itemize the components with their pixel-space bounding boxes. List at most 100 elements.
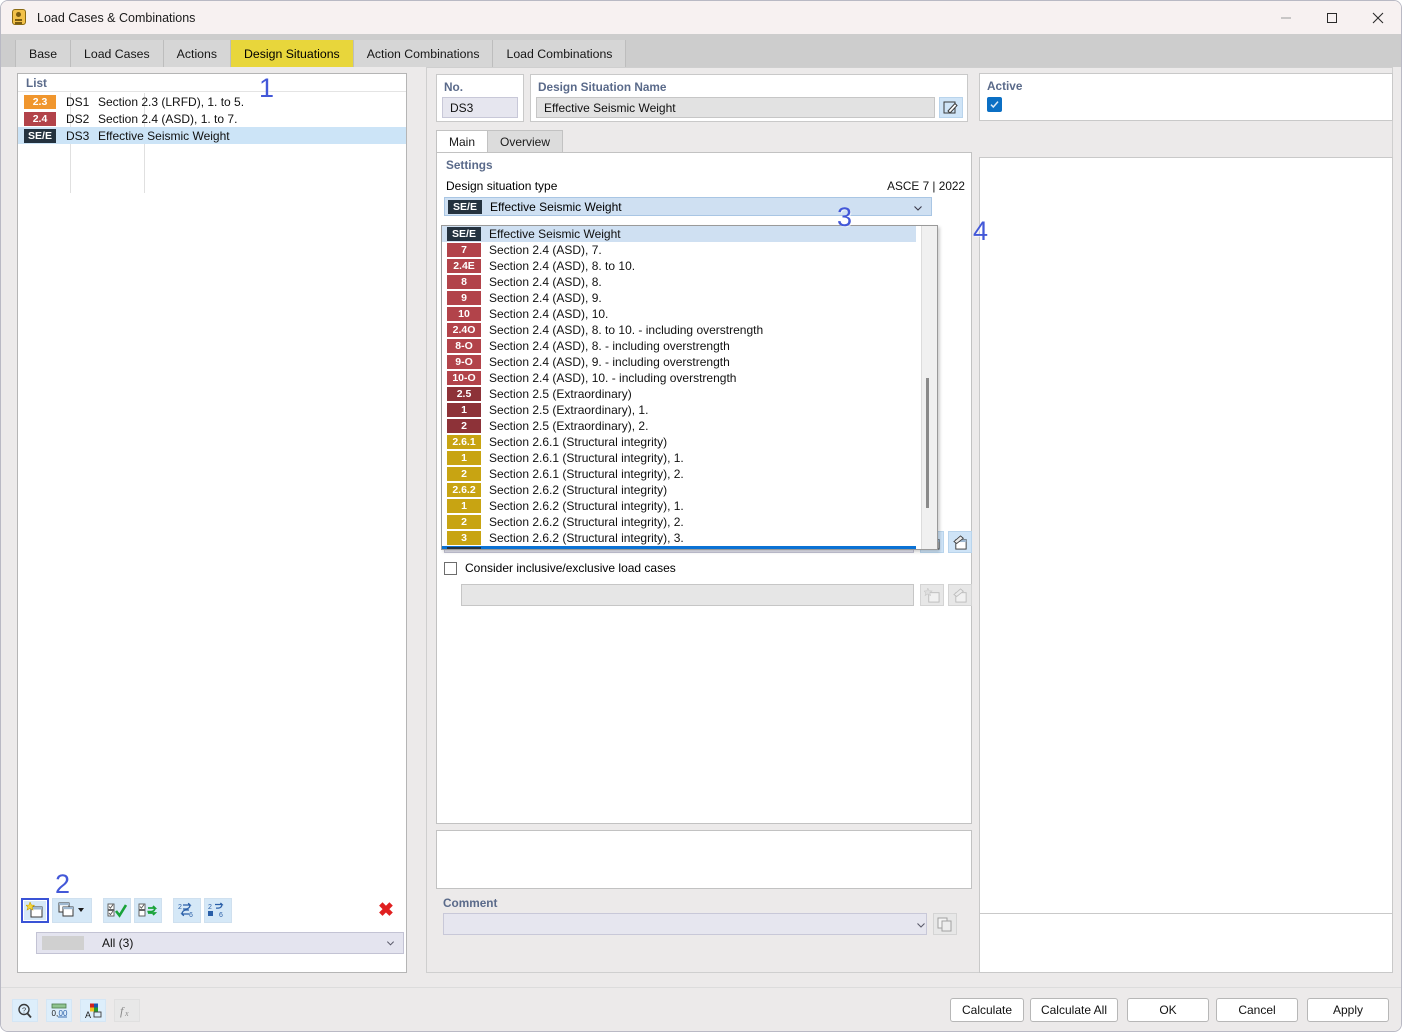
svg-text:2: 2	[178, 904, 182, 911]
comment-display-area	[436, 830, 972, 889]
chevron-down-icon[interactable]	[913, 203, 923, 213]
dropdown-item-label: Section 2.6.2 (Structural integrity), 3.	[489, 531, 684, 545]
display-properties-button[interactable]: A	[80, 999, 106, 1022]
new-design-situation-button[interactable]	[21, 897, 49, 923]
design-situation-name-input[interactable]: Effective Seismic Weight	[536, 97, 935, 118]
dropdown-item[interactable]: 1 Section 2.6.2 (Structural integrity), 1…	[442, 498, 916, 514]
dropdown-item[interactable]: 3 Section 2.6.2 (Structural integrity), 3…	[442, 530, 916, 546]
dropdown-item[interactable]: 2.4O Section 2.4 (ASD), 8. to 10. - inclu…	[442, 322, 916, 338]
main-tab-actions[interactable]: Actions	[163, 40, 231, 67]
maximize-icon[interactable]	[1309, 1, 1355, 34]
dropdown-item-label: Effective Seismic Weight	[489, 547, 621, 549]
dropdown-item-badge: 1	[447, 451, 481, 465]
code-standard-label: ASCE 7 | 2022	[887, 179, 965, 193]
renumber-button[interactable]: 2 6	[173, 897, 201, 923]
edit-item-icon-disabled	[948, 584, 972, 606]
dropdown-item[interactable]: 7 Section 2.4 (ASD), 7.	[442, 242, 916, 258]
dropdown-item[interactable]: 9 Section 2.4 (ASD), 9.	[442, 290, 916, 306]
list-filter-combo[interactable]: All (3)	[36, 932, 404, 954]
dropdown-item-badge: 1	[447, 403, 481, 417]
select-all-button[interactable]	[103, 897, 131, 923]
row-number: DS1	[66, 94, 90, 109]
consider-load-cases-checkbox[interactable]	[444, 561, 457, 575]
svg-text:6: 6	[219, 912, 223, 918]
calculate-all-button[interactable]: Calculate All	[1030, 998, 1118, 1022]
cancel-button[interactable]: Cancel	[1216, 998, 1298, 1022]
dialog-footer: ? 0, 00 A f x Calculate Calculate All OK…	[1, 987, 1401, 1031]
dropdown-item[interactable]: 2.6.2 Section 2.6.2 (Structural integrity…	[442, 482, 916, 498]
invert-selection-button[interactable]	[134, 897, 162, 923]
dropdown-item[interactable]: 10 Section 2.4 (ASD), 10.	[442, 306, 916, 322]
main-tab-design-situations[interactable]: Design Situations	[231, 40, 354, 67]
edit-pencil-icon[interactable]	[939, 97, 963, 118]
row-number: DS3	[66, 128, 90, 143]
copy-design-situation-button[interactable]	[52, 897, 92, 923]
dropdown-item[interactable]: 2 Section 2.5 (Extraordinary), 2.	[442, 418, 916, 434]
design-situations-list-panel: List 2.3 DS1 Section 2.3 (LRFD), 1. to 5. 2…	[17, 73, 407, 973]
design-situation-type-dropdown-list[interactable]: SE/E Effective Seismic Weight 7 Section 2.4…	[441, 225, 938, 550]
active-checkbox[interactable]	[987, 97, 1002, 112]
dropdown-item[interactable]: 2 Section 2.6.1 (Structural integrity), 2…	[442, 466, 916, 482]
dropdown-item-badge: 2.6.2	[447, 483, 481, 497]
main-tab-action-combinations[interactable]: Action Combinations	[353, 40, 494, 67]
consider-load-cases-row[interactable]: Consider inclusive/exclusive load cases	[444, 561, 676, 575]
dropdown-item-badge: 2.4E	[447, 259, 481, 273]
dropdown-item[interactable]: 8-O Section 2.4 (ASD), 8. - including ove…	[442, 338, 916, 354]
subtab-main[interactable]: Main	[436, 130, 489, 153]
new-item-star-icon-disabled	[920, 584, 944, 606]
subtab-label: Main	[449, 134, 476, 149]
design-situation-type-combo[interactable]: SE/E Effective Seismic Weight	[444, 197, 932, 216]
chevron-down-icon[interactable]	[386, 939, 395, 948]
table-row[interactable]: 2.4 DS2 Section 2.4 (ASD), 1. to 7.	[18, 110, 406, 127]
dropdown-item-label: Section 2.4 (ASD), 8. to 10. - including…	[489, 323, 764, 337]
design-situation-type-label: Design situation type	[446, 179, 558, 193]
dropdown-scrollbar[interactable]	[921, 226, 937, 549]
dropdown-item[interactable]: 2.4E Section 2.4 (ASD), 8. to 10.	[442, 258, 916, 274]
subtab-overview[interactable]: Overview	[487, 130, 564, 153]
ok-button[interactable]: OK	[1127, 998, 1209, 1022]
design-situation-rows: 2.3 DS1 Section 2.3 (LRFD), 1. to 5. 2.4 DS2…	[18, 93, 406, 144]
number-value[interactable]: DS3	[442, 97, 518, 118]
table-row[interactable]: 2.3 DS1 Section 2.3 (LRFD), 1. to 5.	[18, 93, 406, 110]
design-situation-name-group: Design Situation Name Effective Seismic …	[530, 74, 968, 122]
dropdown-item[interactable]: 9-O Section 2.4 (ASD), 9. - including ove…	[442, 354, 916, 370]
dropdown-item-badge: 10	[447, 307, 481, 321]
main-tab-base[interactable]: Base	[15, 40, 72, 67]
dropdown-item-label: Section 2.4 (ASD), 8. to 10.	[489, 259, 636, 273]
settings-title: Settings	[446, 158, 493, 172]
dropdown-item[interactable]: 2.5 Section 2.5 (Extraordinary)	[442, 386, 916, 402]
dropdown-item-badge: SE/E	[447, 227, 481, 241]
main-tab-load-cases[interactable]: Load Cases	[71, 40, 164, 67]
dropdown-item[interactable]: 1 Section 2.6.1 (Structural integrity), 1…	[442, 450, 916, 466]
help-button[interactable]: ?	[12, 999, 38, 1022]
dropdown-item[interactable]: 1 Section 2.5 (Extraordinary), 1.	[442, 402, 916, 418]
active-field-group: Active	[979, 73, 1393, 121]
minimize-icon[interactable]	[1263, 1, 1309, 34]
dropdown-item[interactable]: SE/E Effective Seismic Weight	[442, 546, 916, 549]
copy-icon[interactable]	[933, 913, 957, 935]
dropdown-item-badge: 1	[447, 499, 481, 513]
dropdown-item-label: Section 2.4 (ASD), 10.	[489, 307, 609, 321]
active-label: Active	[987, 79, 1023, 93]
dropdown-scroll-thumb[interactable]	[926, 378, 929, 508]
units-button[interactable]: 0, 00	[46, 999, 72, 1022]
dropdown-item[interactable]: 8 Section 2.4 (ASD), 8.	[442, 274, 916, 290]
dropdown-item-label: Section 2.4 (ASD), 9.	[489, 291, 602, 305]
comment-input[interactable]	[443, 913, 927, 935]
chevron-down-icon[interactable]	[916, 920, 926, 930]
dropdown-item[interactable]: 10-O Section 2.4 (ASD), 10. - including o…	[442, 370, 916, 386]
apply-button[interactable]: Apply	[1307, 998, 1389, 1022]
table-row[interactable]: SE/E DS3 Effective Seismic Weight	[18, 127, 406, 144]
close-icon[interactable]	[1355, 1, 1401, 34]
dropdown-item[interactable]: 2.6.1 Section 2.6.1 (Structural integrity…	[442, 434, 916, 450]
edit-item-icon[interactable]	[948, 531, 972, 553]
sort-button[interactable]: 2 6	[204, 897, 232, 923]
load-case-tag-icon	[11, 9, 28, 26]
delete-button[interactable]: ✖	[372, 898, 400, 923]
selected-type-text: Effective Seismic Weight	[490, 199, 622, 214]
dropdown-item[interactable]: 2 Section 2.6.2 (Structural integrity), 2…	[442, 514, 916, 530]
calculate-button[interactable]: Calculate	[950, 998, 1024, 1022]
filter-label: All (3)	[102, 936, 134, 950]
dropdown-item-badge: SE/E	[447, 547, 481, 549]
main-tab-load-combinations[interactable]: Load Combinations	[493, 40, 627, 67]
